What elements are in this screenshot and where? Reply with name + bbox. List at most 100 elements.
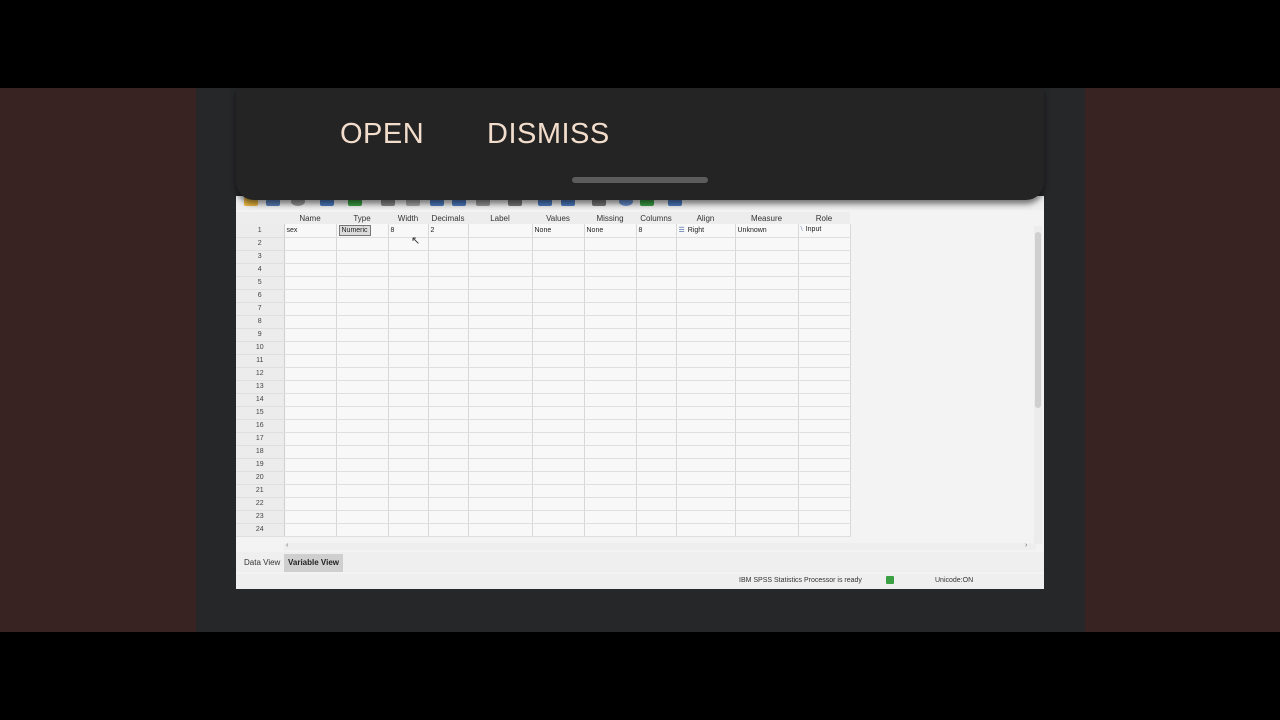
- header-name[interactable]: Name: [284, 212, 336, 224]
- empty-cell[interactable]: [428, 458, 469, 472]
- row-number[interactable]: 11: [236, 354, 285, 368]
- empty-cell[interactable]: [336, 393, 389, 407]
- row-number[interactable]: 24: [236, 523, 285, 537]
- empty-cell[interactable]: [468, 276, 533, 290]
- row-number[interactable]: 2: [236, 237, 285, 251]
- empty-cell[interactable]: [284, 471, 337, 485]
- empty-cell[interactable]: [336, 367, 389, 381]
- empty-cell[interactable]: [388, 419, 429, 433]
- empty-cell[interactable]: [636, 419, 677, 433]
- empty-cell[interactable]: [735, 432, 799, 446]
- dismiss-button[interactable]: DISMISS: [487, 118, 610, 151]
- empty-cell[interactable]: [584, 458, 637, 472]
- empty-cell[interactable]: [636, 510, 677, 524]
- cell-decimals[interactable]: 2: [428, 224, 469, 238]
- empty-cell[interactable]: [284, 328, 337, 342]
- horizontal-scrollbar[interactable]: ‹ ›: [284, 542, 1036, 550]
- empty-cell[interactable]: [284, 510, 337, 524]
- empty-cell[interactable]: [636, 523, 677, 537]
- cell-columns[interactable]: 8: [636, 224, 677, 238]
- empty-cell[interactable]: [636, 484, 677, 498]
- empty-cell[interactable]: [468, 419, 533, 433]
- empty-cell[interactable]: [388, 367, 429, 381]
- empty-cell[interactable]: [468, 315, 533, 329]
- empty-cell[interactable]: [284, 289, 337, 303]
- empty-cell[interactable]: [388, 354, 429, 368]
- empty-cell[interactable]: [798, 263, 851, 277]
- empty-cell[interactable]: [336, 471, 389, 485]
- empty-cell[interactable]: [284, 406, 337, 420]
- empty-cell[interactable]: [735, 250, 799, 264]
- empty-cell[interactable]: [735, 276, 799, 290]
- empty-cell[interactable]: [584, 250, 637, 264]
- empty-cell[interactable]: [584, 406, 637, 420]
- empty-cell[interactable]: [676, 497, 736, 511]
- empty-cell[interactable]: [676, 341, 736, 355]
- empty-cell[interactable]: [428, 237, 469, 251]
- empty-cell[interactable]: [735, 354, 799, 368]
- empty-cell[interactable]: [468, 367, 533, 381]
- vertical-scrollbar[interactable]: [1034, 226, 1042, 544]
- empty-cell[interactable]: [468, 406, 533, 420]
- empty-cell[interactable]: [532, 315, 585, 329]
- empty-cell[interactable]: [636, 341, 677, 355]
- empty-cell[interactable]: [284, 432, 337, 446]
- empty-cell[interactable]: [584, 432, 637, 446]
- empty-cell[interactable]: [428, 432, 469, 446]
- empty-cell[interactable]: [798, 458, 851, 472]
- cell-name[interactable]: sex: [284, 224, 337, 238]
- header-align[interactable]: Align: [676, 212, 735, 224]
- vertical-scroll-thumb[interactable]: [1035, 232, 1041, 408]
- empty-cell[interactable]: [336, 263, 389, 277]
- empty-cell[interactable]: [532, 484, 585, 498]
- empty-cell[interactable]: [735, 367, 799, 381]
- empty-cell[interactable]: [676, 445, 736, 459]
- empty-cell[interactable]: [798, 315, 851, 329]
- empty-cell[interactable]: [388, 250, 429, 264]
- empty-cell[interactable]: [284, 458, 337, 472]
- empty-cell[interactable]: [584, 380, 637, 394]
- empty-cell[interactable]: [284, 484, 337, 498]
- empty-cell[interactable]: [284, 302, 337, 316]
- empty-cell[interactable]: [584, 419, 637, 433]
- header-values[interactable]: Values: [532, 212, 584, 224]
- empty-cell[interactable]: [798, 289, 851, 303]
- empty-cell[interactable]: [735, 497, 799, 511]
- empty-cell[interactable]: [676, 471, 736, 485]
- empty-cell[interactable]: [676, 328, 736, 342]
- empty-cell[interactable]: [336, 406, 389, 420]
- empty-cell[interactable]: [388, 315, 429, 329]
- empty-cell[interactable]: [336, 354, 389, 368]
- header-width[interactable]: Width: [388, 212, 428, 224]
- row-number[interactable]: 6: [236, 289, 285, 303]
- empty-cell[interactable]: [636, 328, 677, 342]
- empty-cell[interactable]: [468, 328, 533, 342]
- empty-cell[interactable]: [735, 289, 799, 303]
- empty-cell[interactable]: [284, 393, 337, 407]
- empty-cell[interactable]: [532, 523, 585, 537]
- empty-cell[interactable]: [798, 354, 851, 368]
- empty-cell[interactable]: [468, 458, 533, 472]
- empty-cell[interactable]: [735, 237, 799, 251]
- row-number[interactable]: 1: [236, 224, 285, 238]
- cell-align[interactable]: ☰ Right: [676, 224, 736, 238]
- empty-cell[interactable]: [798, 510, 851, 524]
- empty-cell[interactable]: [284, 497, 337, 511]
- empty-cell[interactable]: [388, 328, 429, 342]
- empty-cell[interactable]: [284, 237, 337, 251]
- empty-cell[interactable]: [735, 445, 799, 459]
- empty-cell[interactable]: [584, 367, 637, 381]
- empty-cell[interactable]: [336, 458, 389, 472]
- empty-cell[interactable]: [336, 250, 389, 264]
- empty-cell[interactable]: [428, 302, 469, 316]
- empty-cell[interactable]: [798, 497, 851, 511]
- empty-cell[interactable]: [428, 393, 469, 407]
- empty-cell[interactable]: [798, 328, 851, 342]
- empty-cell[interactable]: [532, 276, 585, 290]
- empty-cell[interactable]: [676, 367, 736, 381]
- empty-cell[interactable]: [468, 510, 533, 524]
- empty-cell[interactable]: [336, 523, 389, 537]
- row-number[interactable]: 19: [236, 458, 285, 472]
- empty-cell[interactable]: [428, 523, 469, 537]
- empty-cell[interactable]: [468, 471, 533, 485]
